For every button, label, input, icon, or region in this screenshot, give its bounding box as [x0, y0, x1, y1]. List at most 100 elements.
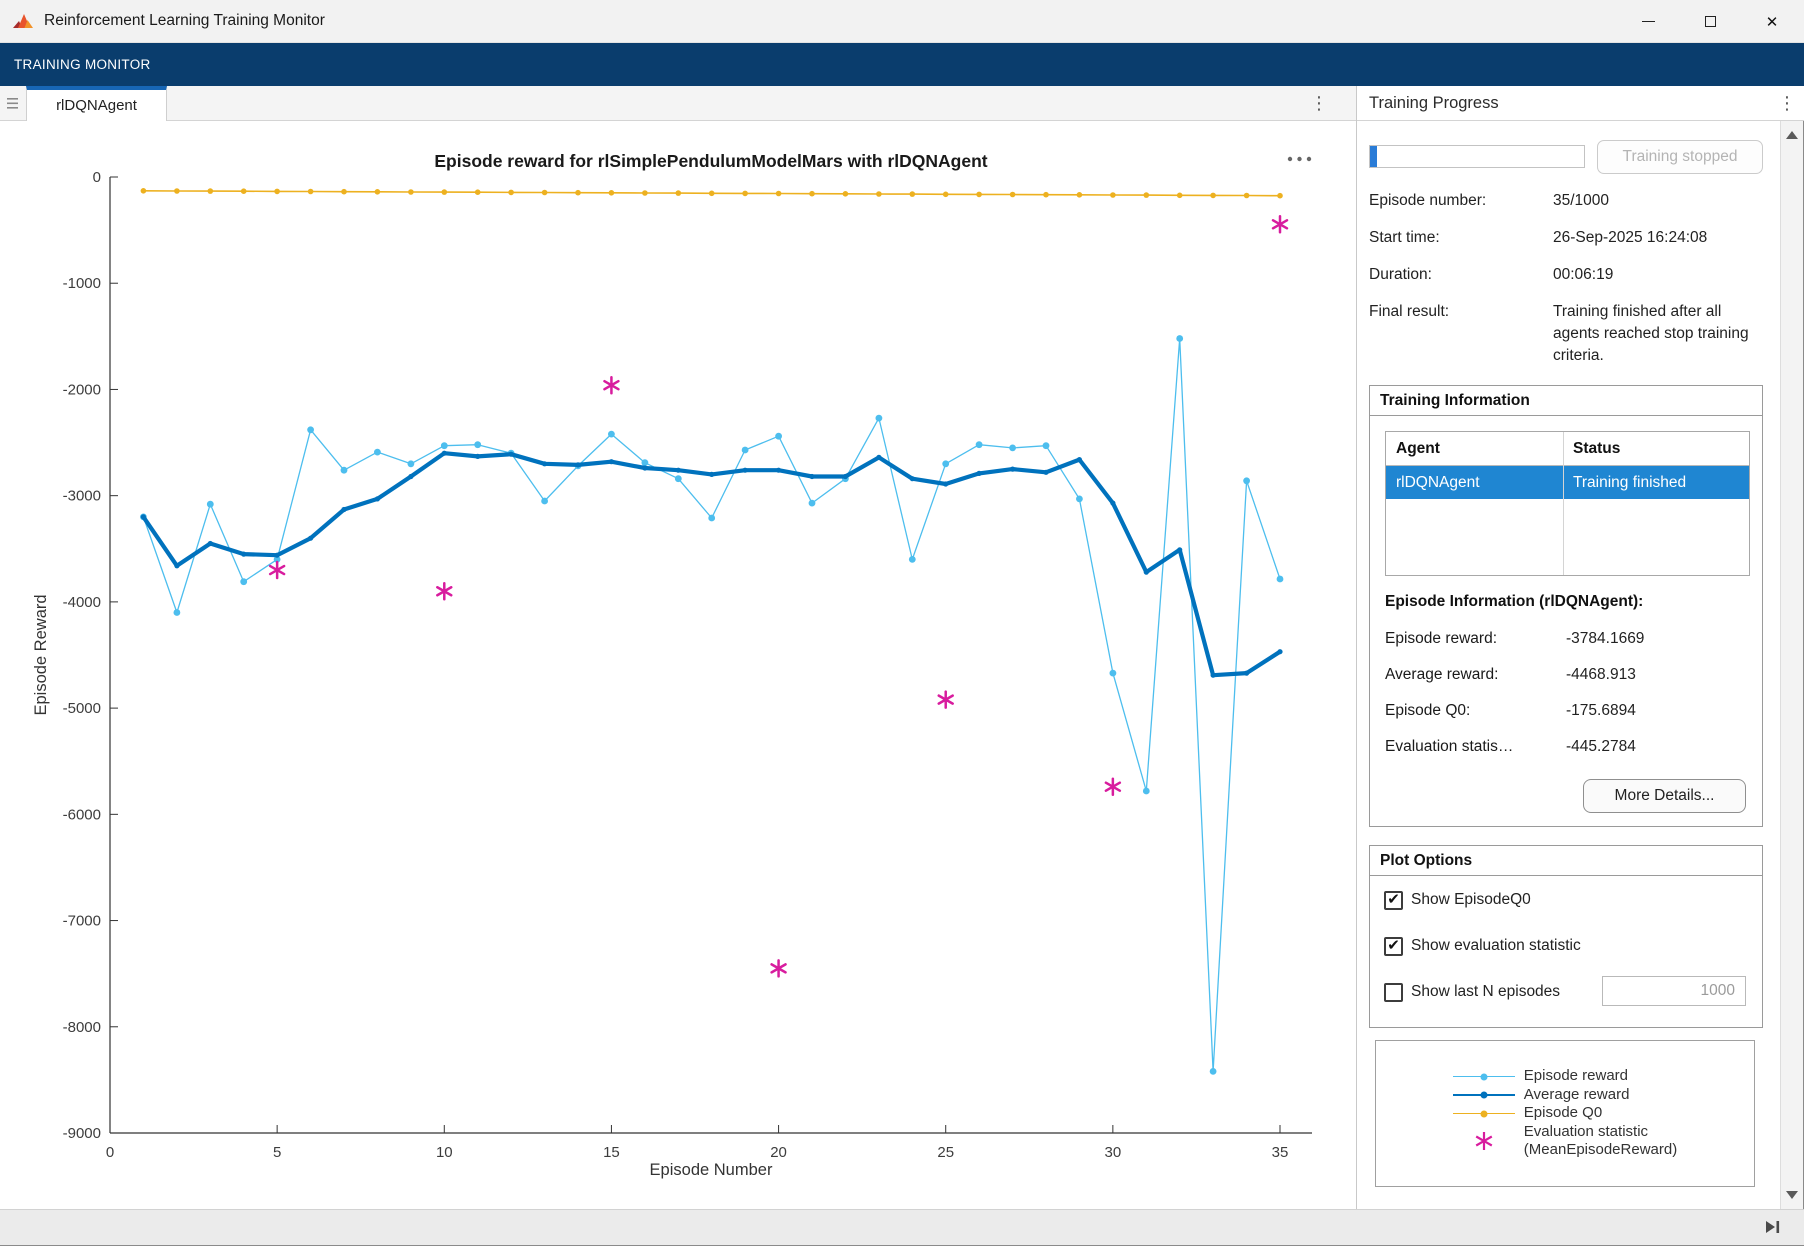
data-point [308, 189, 314, 195]
data-point [1210, 1068, 1217, 1075]
close-button[interactable]: ✕ [1741, 0, 1803, 43]
maximize-icon [1705, 16, 1716, 27]
data-point [1244, 671, 1249, 676]
chart-kebab-icon[interactable] [1307, 157, 1311, 161]
data-point [742, 447, 749, 454]
progress-fill [1370, 146, 1377, 167]
table-row[interactable]: rlDQNAgent Training finished [1386, 466, 1749, 499]
chart-kebab-icon[interactable] [1297, 157, 1301, 161]
checkbox-checked[interactable] [1384, 891, 1403, 910]
field-label: Episode number: [1369, 190, 1553, 212]
field-label: Average reward: [1385, 664, 1566, 686]
data-point [240, 578, 247, 585]
data-point [942, 460, 949, 467]
data-point [1009, 445, 1016, 452]
minimize-icon [1642, 21, 1655, 23]
panel-kebab-icon[interactable]: ⋮ [1778, 91, 1796, 115]
more-details-button[interactable]: More Details... [1583, 779, 1746, 813]
titlebar: Reinforcement Learning Training Monitor … [0, 0, 1804, 43]
checkbox-label: Show evaluation statistic [1411, 937, 1581, 955]
field-label: Episode Q0: [1385, 700, 1566, 722]
matlab-logo-icon [12, 12, 34, 30]
data-point [776, 191, 782, 197]
y-tick-label: -5000 [63, 700, 101, 717]
tab-rldqnagent[interactable]: rlDQNAgent [26, 86, 167, 121]
data-point [1043, 192, 1049, 198]
data-point [1043, 470, 1048, 475]
last-n-episodes-input[interactable] [1602, 976, 1746, 1006]
x-tick-label: 10 [436, 1144, 453, 1161]
data-point [709, 191, 715, 197]
data-point [1277, 576, 1284, 583]
document-list-icon[interactable] [6, 96, 21, 111]
data-point [307, 426, 314, 433]
ribbon-tab-training-monitor[interactable]: TRAINING MONITOR [14, 57, 151, 72]
data-point [809, 191, 815, 197]
plot-option-row: Show EpisodeQ0 [1384, 889, 1531, 911]
field-row: Duration:00:06:19 [1369, 264, 1769, 286]
asterisk-marker-icon [1453, 1130, 1515, 1152]
field-value: -445.2784 [1566, 736, 1755, 758]
y-tick-label: 0 [93, 169, 101, 186]
checkbox-checked[interactable] [1384, 937, 1403, 956]
training-stopped-button[interactable]: Training stopped [1597, 140, 1763, 174]
field-row: Average reward:-4468.913 [1385, 664, 1755, 686]
skip-to-end-icon[interactable] [1764, 1219, 1782, 1235]
agent-cell: rlDQNAgent [1386, 466, 1563, 499]
data-point [1176, 335, 1183, 342]
y-tick-label: -7000 [63, 913, 101, 930]
y-tick-label: -6000 [63, 806, 101, 823]
data-point [1277, 649, 1282, 654]
data-point [876, 455, 881, 460]
field-value: -3784.1669 [1566, 628, 1755, 650]
legend-item: Average reward [1453, 1086, 1677, 1105]
scroll-down-icon[interactable] [1786, 1191, 1798, 1199]
field-value: -4468.913 [1566, 664, 1755, 686]
data-point [442, 189, 448, 195]
plot-options-title: Plot Options [1370, 846, 1762, 876]
data-point [1277, 193, 1283, 199]
checkbox-label: Show EpisodeQ0 [1411, 891, 1531, 909]
data-point [508, 190, 514, 196]
data-point [642, 190, 648, 196]
data-point [475, 189, 481, 195]
data-point [475, 454, 480, 459]
scroll-up-icon[interactable] [1786, 131, 1798, 139]
minimize-button[interactable] [1617, 0, 1679, 43]
table-header: Agent Status [1386, 432, 1749, 466]
data-point [843, 474, 848, 479]
x-tick-label: 5 [273, 1144, 281, 1161]
progress-fields: Episode number:35/1000Start time:26-Sep-… [1369, 190, 1769, 382]
legend-label: Episode reward [1524, 1067, 1628, 1086]
data-point [408, 189, 414, 195]
episode-information-title: Episode Information (rlDQNAgent): [1385, 593, 1643, 611]
field-label: Episode reward: [1385, 628, 1566, 650]
plot-option-row: Show evaluation statistic [1384, 935, 1581, 957]
x-axis-label: Episode Number [650, 1161, 773, 1179]
maximize-button[interactable] [1679, 0, 1741, 43]
data-point [1177, 547, 1182, 552]
field-label: Evaluation statis… [1385, 736, 1566, 758]
x-tick-label: 0 [106, 1144, 114, 1161]
data-point [1144, 192, 1150, 198]
window-controls: ✕ [1617, 0, 1803, 43]
checkbox-unchecked[interactable] [1384, 983, 1403, 1002]
x-tick-label: 30 [1105, 1144, 1122, 1161]
data-point [1177, 193, 1183, 199]
y-tick-label: -2000 [63, 381, 101, 398]
data-point [207, 501, 214, 508]
training-information-box: Training Information Agent Status rlDQNA… [1369, 385, 1763, 827]
panel-title: Training Progress [1357, 94, 1499, 113]
data-point [1076, 496, 1083, 503]
data-point [474, 441, 481, 448]
data-point [408, 474, 413, 479]
panel-scrollbar[interactable] [1780, 121, 1803, 1209]
tab-bar: rlDQNAgent ⋮ [0, 86, 1356, 121]
data-point [141, 514, 146, 519]
data-point [642, 459, 649, 466]
chart-kebab-icon[interactable] [1288, 157, 1292, 161]
series-average-reward [143, 453, 1280, 675]
ribbon: TRAINING MONITOR [0, 43, 1804, 86]
tab-kebab-icon[interactable]: ⋮ [1310, 91, 1328, 115]
series-episode-reward [143, 339, 1280, 1072]
